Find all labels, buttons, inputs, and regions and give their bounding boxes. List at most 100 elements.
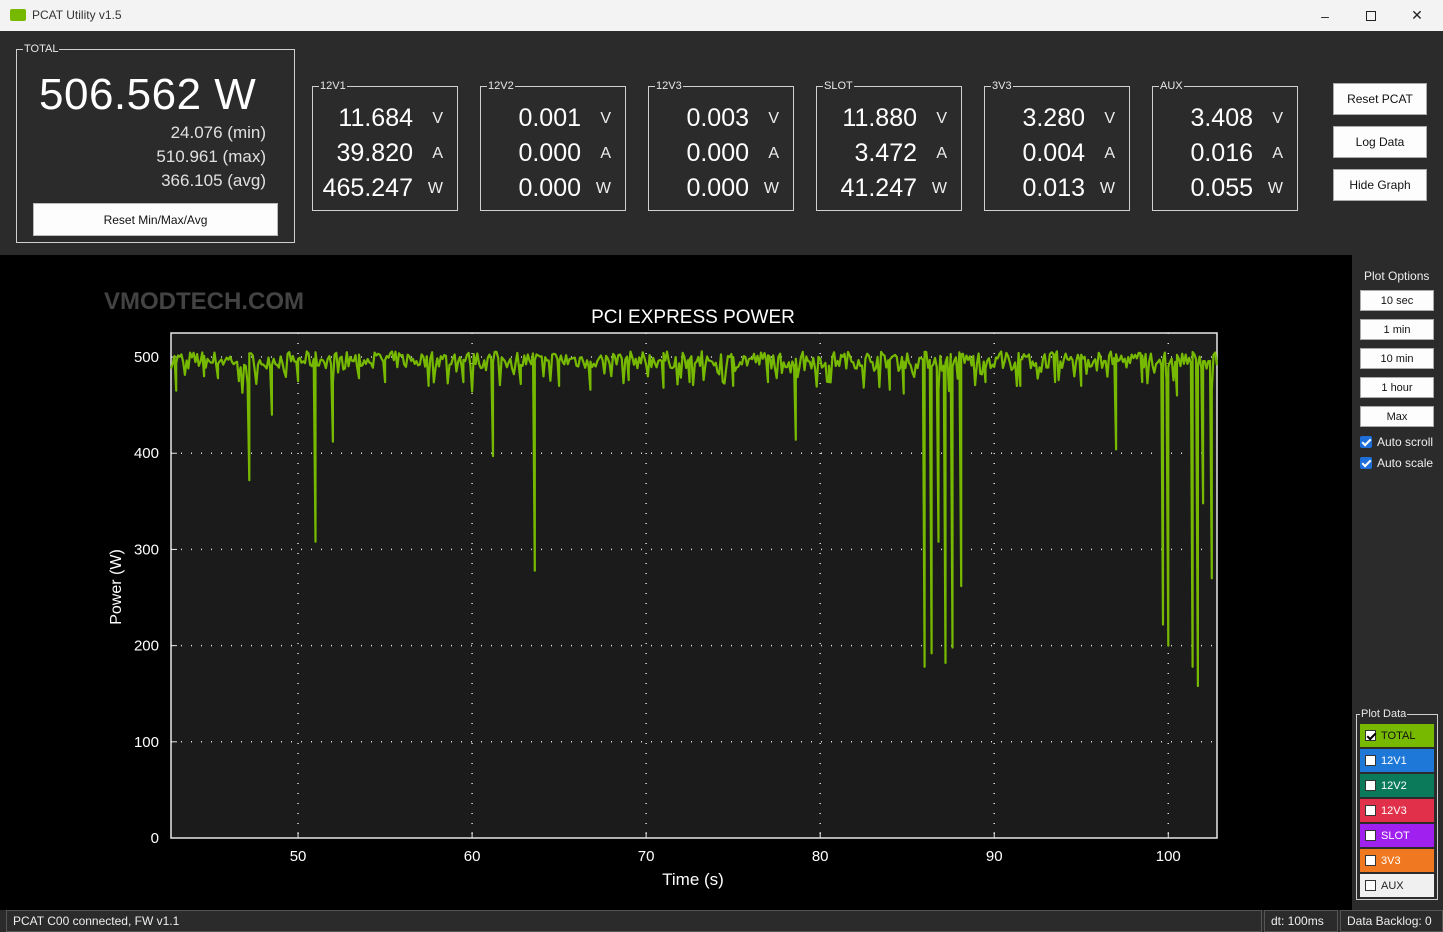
rail-title: 12V1 [319, 79, 347, 93]
series-point [297, 380, 299, 382]
series-point [589, 388, 592, 391]
plot-options-title: Plot Options [1364, 269, 1430, 283]
plot-data-item-12v1[interactable]: 12V1 [1360, 749, 1434, 772]
series-point [384, 381, 386, 383]
series-point [248, 479, 251, 481]
series-point [960, 585, 962, 587]
rail-amps-unit: A [768, 145, 779, 162]
range-1min-button[interactable]: 1 min [1360, 319, 1434, 340]
rail-watts-unit: W [931, 180, 947, 197]
x-axis-label: Time (s) [662, 870, 724, 889]
range-10sec-button[interactable]: 10 sec [1360, 290, 1434, 311]
plot-area [170, 332, 1218, 839]
rail-amps-unit: A [1104, 145, 1115, 162]
rail-amps-row: 39.820 A [313, 139, 457, 169]
series-point [462, 381, 465, 383]
rail-title: AUX [1159, 79, 1184, 93]
log-data-button[interactable]: Log Data [1333, 126, 1427, 158]
series-point [533, 569, 536, 572]
reset-pcat-button[interactable]: Reset PCAT [1333, 83, 1427, 115]
rail-title: 12V2 [487, 79, 515, 93]
rail-volts-value: 0.003 [686, 104, 749, 132]
close-button[interactable]: ✕ [1394, 0, 1440, 31]
total-max-readout: 510.961 (max) [156, 147, 266, 166]
rail-amps-unit: A [936, 145, 947, 162]
auto-scroll-checkbox[interactable]: Auto scroll [1360, 434, 1433, 450]
rail-volts-unit: V [936, 110, 947, 127]
maximize-button[interactable] [1348, 0, 1394, 31]
plot-data-item-aux[interactable]: AUX [1360, 874, 1434, 897]
y-axis-label: Power (W) [108, 549, 125, 625]
rail-watts-row: 465.247 W [313, 174, 457, 204]
plot-data-item-12v2[interactable]: 12V2 [1360, 774, 1434, 797]
hide-graph-button[interactable]: Hide Graph [1333, 169, 1427, 201]
auto-scale-label: Auto scale [1377, 456, 1434, 470]
series-point [427, 385, 430, 387]
series-point [1191, 665, 1194, 668]
rail-amps-value: 0.000 [686, 139, 749, 167]
minimize-button[interactable]: – [1302, 0, 1348, 31]
rail-group-12v3: 12V3 0.003 V 0.000 A 0.000 W [648, 79, 794, 211]
checkbox-checked-icon [1365, 730, 1376, 741]
rail-volts-row: 0.001 V [481, 104, 625, 134]
series-point [217, 377, 219, 380]
series-point [828, 381, 830, 383]
range-max-button[interactable]: Max [1360, 406, 1434, 427]
series-point [1141, 381, 1143, 383]
plot-data-item-total[interactable]: TOTAL [1360, 724, 1434, 747]
rail-group-3v3: 3V3 3.280 V 0.004 A 0.013 W [984, 79, 1130, 211]
rail-amps-row: 0.004 A [985, 139, 1129, 169]
plot-data-item-slot[interactable]: SLOT [1360, 824, 1434, 847]
series-point [1202, 502, 1204, 505]
rail-volts-value: 11.880 [842, 104, 917, 132]
series-point [862, 385, 865, 387]
rail-volts-unit: V [1104, 110, 1115, 127]
plot-data-item-3v3[interactable]: 3V3 [1360, 849, 1434, 872]
plot-data-item-12v3[interactable]: 12V3 [1360, 799, 1434, 822]
series-point [984, 381, 987, 383]
plot-data-item-label: 12V1 [1381, 754, 1407, 767]
rail-title: 3V3 [991, 79, 1013, 93]
x-tick-label: 100 [1156, 848, 1181, 865]
title-bar: PCAT Utility v1.5 – ✕ [0, 0, 1443, 31]
plot-data-item-label: 3V3 [1381, 854, 1401, 867]
rail-watts-row: 0.013 W [985, 174, 1129, 204]
x-tick-label: 90 [986, 848, 1003, 865]
checkbox-checked-icon [1360, 436, 1372, 448]
series-point [1167, 644, 1170, 647]
auto-scroll-label: Auto scroll [1377, 435, 1434, 449]
series-point [558, 385, 560, 387]
close-icon: ✕ [1411, 7, 1423, 23]
plot-data-item-label: TOTAL [1381, 729, 1416, 742]
rail-amps-value: 0.000 [518, 139, 581, 167]
series-point [1054, 381, 1056, 383]
x-tick-label: 50 [290, 848, 307, 865]
rail-watts-value: 0.000 [518, 174, 581, 202]
series-point [1019, 385, 1022, 387]
rail-watts-value: 465.247 [322, 174, 413, 202]
rail-watts-row: 0.055 W [1153, 174, 1297, 204]
auto-scale-checkbox[interactable]: Auto scale [1360, 455, 1433, 471]
watermark-text: VMODTECH.COM [104, 288, 304, 315]
connection-status: PCAT C00 connected, FW v1.1 [6, 910, 1262, 932]
series-point [1115, 448, 1117, 451]
series-point [1176, 394, 1178, 397]
range-1hour-button[interactable]: 1 hour [1360, 377, 1434, 398]
rail-watts-value: 0.000 [686, 174, 749, 202]
rail-watts-value: 41.247 [840, 174, 917, 202]
y-tick-label: 500 [134, 349, 159, 366]
y-tick-label: 400 [134, 445, 159, 462]
chart-title: PCI EXPRESS POWER [591, 307, 795, 328]
rail-watts-row: 41.247 W [817, 174, 961, 204]
app-logo-icon [10, 9, 26, 21]
x-tick-label: 60 [464, 848, 481, 865]
rail-watts-row: 0.000 W [481, 174, 625, 204]
series-point [358, 377, 360, 380]
series-point [332, 440, 334, 443]
series-point [492, 455, 494, 457]
reset-min-max-avg-button[interactable]: Reset Min/Max/Avg [33, 203, 278, 236]
range-10min-button[interactable]: 10 min [1360, 348, 1434, 369]
series-point [271, 413, 273, 416]
rail-watts-unit: W [595, 180, 611, 197]
rail-watts-unit: W [427, 180, 443, 197]
